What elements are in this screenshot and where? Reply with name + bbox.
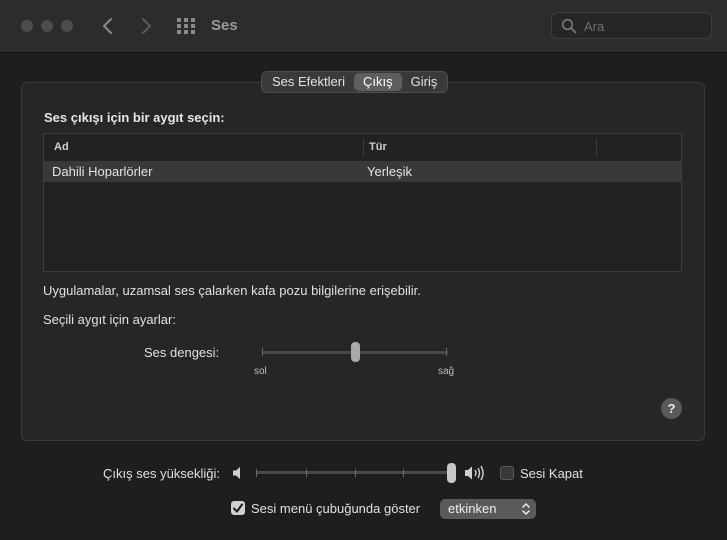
- balance-tick: [446, 348, 447, 356]
- show-in-menu-bar-checkbox[interactable]: [231, 501, 245, 515]
- show-in-menu-bar-label[interactable]: Sesi menü çubuğunda göster: [251, 501, 420, 516]
- balance-left-label: sol: [254, 366, 267, 377]
- table-header: Ad Tür: [44, 134, 681, 161]
- search-input[interactable]: [582, 16, 706, 37]
- device-type-cell: Yerleşik: [367, 164, 413, 179]
- minimize-window-button[interactable]: [41, 20, 53, 32]
- table-row[interactable]: Dahili Hoparlörler Yerleşik: [44, 161, 681, 182]
- system-preferences-window: Ses Ses Efektleri Çıkış Giriş Ses çıkışı…: [0, 0, 727, 540]
- window-title: Ses: [211, 17, 238, 34]
- tab-sound-effects[interactable]: Ses Efektleri: [263, 73, 354, 91]
- output-volume-label: Çıkış ses yüksekliği:: [103, 466, 221, 481]
- help-button[interactable]: ?: [661, 398, 682, 419]
- device-name-cell: Dahili Hoparlörler: [52, 164, 153, 179]
- mute-label[interactable]: Sesi Kapat: [520, 466, 583, 481]
- speaker-low-icon: [233, 467, 240, 479]
- back-button[interactable]: [97, 14, 119, 38]
- tab-output[interactable]: Çıkış: [353, 73, 402, 91]
- volume-tick: [355, 469, 356, 477]
- volume-tick: [256, 469, 257, 477]
- volume-tick: [306, 469, 307, 477]
- show-mode-popup[interactable]: etkinken: [440, 499, 536, 519]
- tab-bar: Ses Efektleri Çıkış Giriş: [261, 71, 449, 93]
- balance-right-label: sağ: [438, 366, 455, 377]
- mute-checkbox[interactable]: [500, 466, 514, 480]
- volume-tick: [403, 469, 404, 477]
- speaker-high-icon: [465, 465, 484, 481]
- forward-button[interactable]: [135, 14, 157, 38]
- zoom-window-button[interactable]: [61, 20, 73, 32]
- column-header-name[interactable]: Ad: [44, 139, 364, 156]
- updown-arrows-icon: [522, 503, 530, 515]
- balance-tick: [262, 348, 263, 356]
- title-bar: Ses: [0, 0, 727, 53]
- help-icon: ?: [667, 401, 676, 416]
- forward-icon: [142, 18, 151, 34]
- output-heading: Ses çıkışı için bir aygıt seçin:: [44, 110, 225, 125]
- column-header-type[interactable]: Tür: [364, 139, 597, 156]
- search-icon: [561, 18, 577, 34]
- search-field[interactable]: [551, 12, 712, 39]
- checkmark-icon: [233, 503, 243, 513]
- grid-icon: [177, 18, 195, 34]
- back-icon: [103, 18, 112, 34]
- balance-label: Ses dengesi:: [144, 345, 220, 360]
- show-all-button[interactable]: [176, 17, 196, 35]
- show-mode-value: etkinken: [448, 501, 497, 516]
- output-device-table[interactable]: Ad Tür Dahili Hoparlörler Yerleşik: [43, 133, 682, 272]
- volume-slider-knob[interactable]: [447, 463, 456, 483]
- spatial-audio-note: Uygulamalar, uzamsal ses çalarken kafa p…: [43, 283, 421, 298]
- close-window-button[interactable]: [21, 20, 33, 32]
- device-settings-label: Seçili aygıt için ayarlar:: [43, 312, 176, 327]
- balance-slider-knob[interactable]: [351, 342, 360, 362]
- tab-input[interactable]: Giriş: [402, 73, 447, 91]
